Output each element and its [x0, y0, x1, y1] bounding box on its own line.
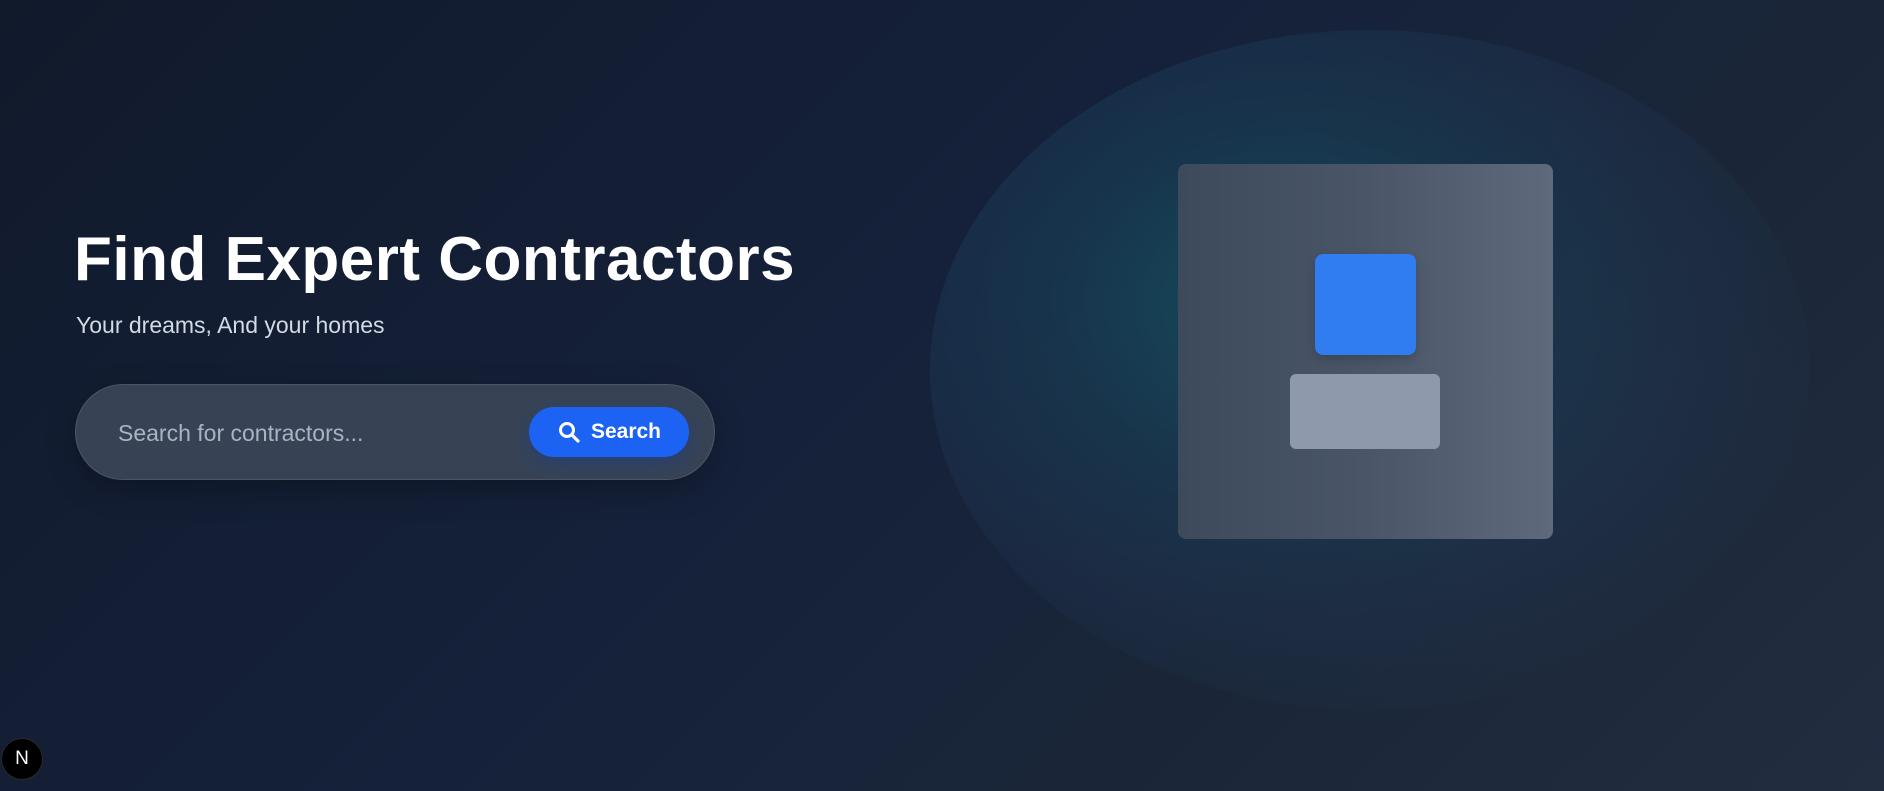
search-icon — [557, 420, 581, 444]
hero-illustration — [1178, 164, 1553, 539]
hero-section: Find Expert Contractors Your dreams, And… — [74, 222, 874, 340]
search-input[interactable] — [116, 411, 500, 455]
hero-title: Find Expert Contractors — [74, 225, 796, 294]
badge-label: N — [15, 748, 29, 769]
search-button-label: Search — [590, 420, 662, 443]
nextjs-logo-icon[interactable]: N — [1, 738, 43, 780]
hero-subtitle: Your dreams, And your homes — [76, 312, 385, 338]
search-button[interactable]: Search — [529, 407, 689, 457]
illustration-square — [1315, 254, 1416, 355]
search-bar: Search — [75, 384, 715, 480]
illustration-rectangle — [1290, 374, 1440, 449]
